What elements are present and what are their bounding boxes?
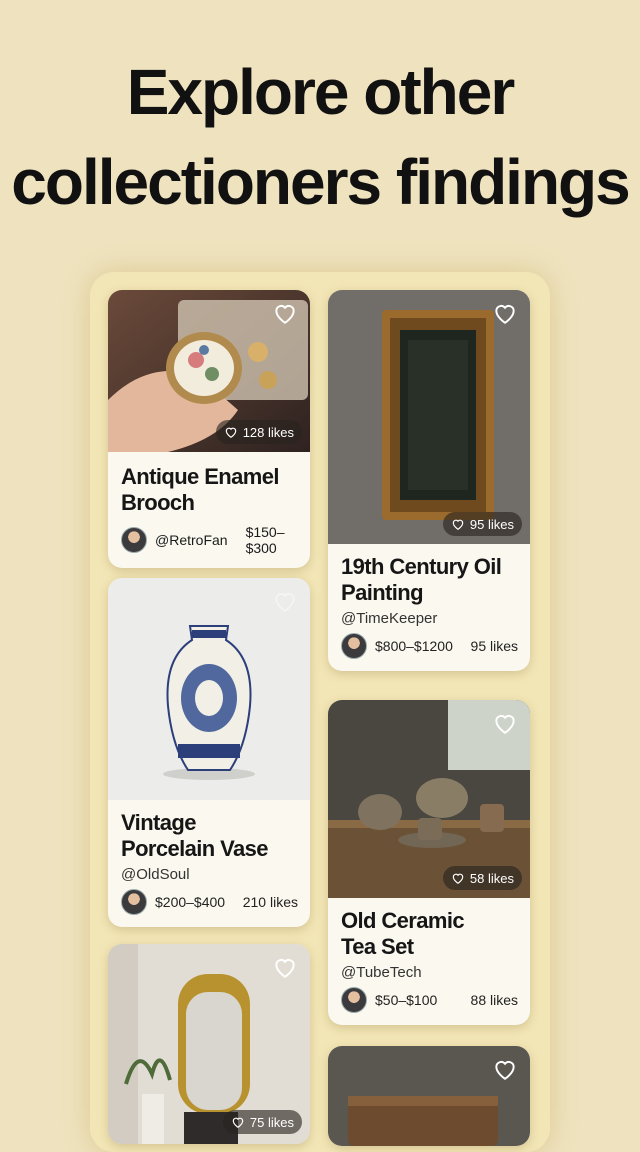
price-range: $50–$100 (375, 992, 438, 1008)
favorite-heart-icon[interactable] (272, 300, 298, 326)
favorite-heart-icon[interactable] (272, 954, 298, 980)
item-photo: 95 likes (328, 290, 530, 544)
item-card-book[interactable] (328, 1046, 530, 1146)
item-title: 19th Century Oil Painting (341, 554, 502, 605)
likes-badge: 128 likes (215, 420, 302, 444)
avatar[interactable] (121, 889, 147, 915)
title-line-2: collectioners findings (11, 145, 630, 218)
likes-badge-text: 128 likes (242, 424, 294, 440)
likes-badge: 75 likes (222, 1110, 302, 1134)
likes-badge: 95 likes (442, 512, 522, 536)
favorite-heart-icon[interactable] (492, 300, 518, 326)
item-photo: 58 likes (328, 700, 530, 898)
item-title: Old Ceramic Tea Set (341, 908, 465, 959)
favorite-heart-icon[interactable] (492, 1056, 518, 1082)
item-card-brooch[interactable]: 128 likes Antique Enamel Brooch @RetroFa… (108, 290, 310, 568)
likes-badge-text: 75 likes (249, 1114, 294, 1130)
item-card-oil-painting[interactable]: 95 likes 19th Century Oil Painting @Time… (328, 290, 530, 671)
likes-count: 210 likes (242, 894, 298, 910)
likes-badge-text: 95 likes (469, 516, 514, 532)
avatar[interactable] (121, 527, 147, 553)
item-card-mirror[interactable]: 75 likes (108, 944, 310, 1144)
item-photo: 75 likes (108, 944, 310, 1144)
favorite-heart-icon[interactable] (492, 710, 518, 736)
item-photo: 128 likes (108, 290, 310, 452)
heart-icon (452, 519, 464, 530)
heart-icon (225, 427, 236, 438)
price-range: $150–$300 (245, 524, 285, 556)
page-title: Explore other collectioners findings (0, 48, 640, 227)
likes-badge: 58 likes (442, 866, 522, 890)
username[interactable]: @TimeKeeper (341, 610, 518, 627)
likes-count: 95 likes (470, 638, 518, 654)
username[interactable]: @OldSoul (121, 866, 298, 883)
item-photo (108, 578, 310, 800)
item-card-vase[interactable]: Vintage Porcelain Vase @OldSoul $200–$40… (108, 578, 310, 927)
item-photo (328, 1046, 530, 1146)
username[interactable]: @TubeTech (341, 964, 518, 981)
heart-icon (452, 873, 464, 884)
username[interactable]: @RetroFan (155, 532, 228, 548)
item-card-tea-set[interactable]: 58 likes Old Ceramic Tea Set @TubeTech $… (328, 700, 530, 1025)
heart-icon (232, 1117, 244, 1128)
avatar[interactable] (341, 633, 367, 659)
avatar[interactable] (341, 987, 367, 1013)
title-line-1: Explore other (126, 56, 516, 128)
price-range: $200–$400 (155, 894, 226, 910)
favorite-heart-icon[interactable] (272, 588, 298, 614)
item-title: Antique Enamel Brooch (121, 464, 279, 515)
likes-badge-text: 58 likes (469, 870, 514, 886)
price-range: $800–$1200 (375, 638, 453, 654)
likes-count: 88 likes (470, 992, 518, 1008)
item-title: Vintage Porcelain Vase (121, 810, 269, 861)
